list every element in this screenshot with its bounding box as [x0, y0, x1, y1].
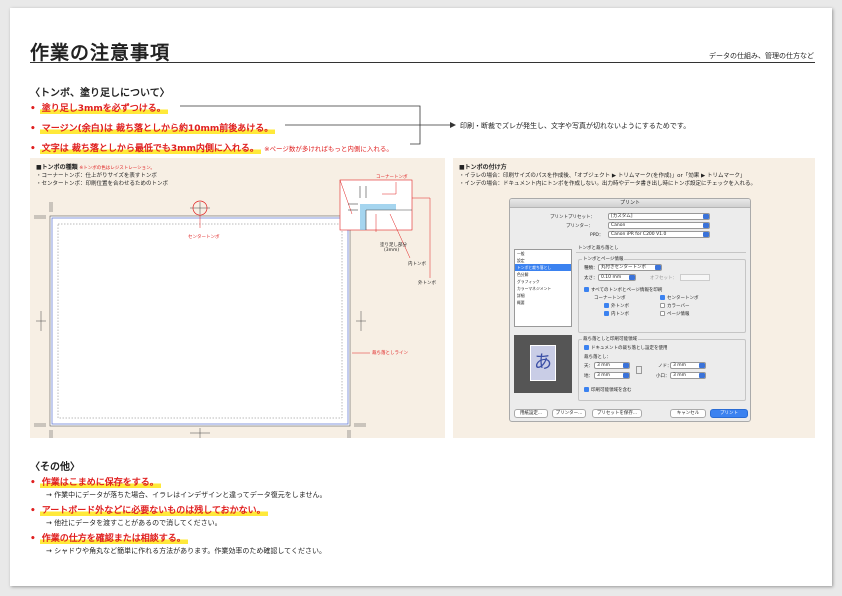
preview-glyph: あ: [530, 345, 556, 381]
marks-group-title: トンボとページ情報: [582, 256, 625, 262]
trim-howto-illustrator: ・イラレの場合：印刷サイズのパスを作成後、「オブジェクト ▶ トリムマーク(を作…: [459, 173, 746, 179]
bleed-bottom-input[interactable]: 3 mm: [594, 372, 630, 379]
section-heading-other: 〈その他〉: [30, 462, 80, 473]
label-trim-line: 裁ち落としライン: [372, 351, 408, 356]
bleed-label: 裁ち落とし：: [584, 355, 611, 360]
offset-label: オフセット：: [650, 276, 677, 281]
include-slug-label: 印刷可能領域を含む: [591, 388, 632, 393]
detail-confirm-method: → シャドウや角丸など簡単に作れる方法があります。作業効率のため確認してください…: [46, 547, 326, 555]
page-setup-button[interactable]: 用紙設定...: [514, 409, 548, 418]
page-info-label: ページ情報: [667, 312, 690, 317]
trim-howto-indesign: ・インデの場合：ドキュメント内にトンボを作成しない。出力時やデータ書き出し時にト…: [459, 181, 757, 187]
include-slug-checkbox[interactable]: [584, 387, 589, 392]
bracket-connector: [180, 105, 456, 145]
printer-button[interactable]: プリンター...: [552, 409, 586, 418]
bleed-outside-input[interactable]: 3 mm: [670, 372, 706, 379]
category-item[interactable]: 一般: [515, 250, 571, 257]
type-label: 種類：: [584, 266, 598, 271]
page-info-checkbox[interactable]: [660, 311, 665, 316]
category-item[interactable]: 概要: [515, 299, 571, 306]
section-title-marks-bleed: トンボと裁ち落とし: [578, 246, 619, 251]
color-bar-checkbox[interactable]: [660, 303, 665, 308]
bullet-confirm-method: • 作業の仕方を確認または相談する。: [30, 534, 188, 544]
category-item[interactable]: 設定: [515, 257, 571, 264]
use-doc-bleed-label: ドキュメントの裁ち落とし設定を使用: [591, 346, 668, 351]
trim-marks-panel: ■トンボの種類 ※トンボの色はレジストレーション。 ・コーナートンボ：仕上がりサ…: [30, 158, 445, 438]
center-marks-label: センタートンボ: [667, 296, 699, 301]
link-icon[interactable]: [636, 366, 642, 374]
category-item[interactable]: 色分解: [515, 271, 571, 278]
page-preview: あ: [514, 335, 572, 393]
category-item-active[interactable]: トンボと裁ち落とし: [515, 264, 571, 271]
bleed-outside-label: 小口：: [656, 374, 670, 379]
all-marks-checkbox[interactable]: [584, 287, 589, 292]
label-outer-marks: 外トンボ: [418, 281, 436, 286]
bracket-explanation: 印刷・断裁でズレが発生し、文字や写真が切れないようにするためです。: [460, 122, 691, 130]
preset-select[interactable]: [カスタム]: [608, 213, 710, 220]
detail-save-often: → 作業中にデータが落ちた場合、イラレはインデザインと違ってデータ復元をしません…: [46, 491, 327, 499]
print-dialog: プリント プリントプリセット： [カスタム] プリンター： Canon PPD：…: [509, 198, 751, 422]
ppd-select[interactable]: Canon iPR for C200 V1.0: [608, 231, 710, 238]
type-select[interactable]: 丸付きセンタートンボ: [598, 264, 662, 271]
inner-marks-checkbox[interactable]: [604, 311, 609, 316]
cancel-button[interactable]: キャンセル: [670, 409, 706, 418]
detail-clean-artboard: → 他社にデータを渡すことがあるので消してください。: [46, 519, 222, 527]
category-list[interactable]: 一般 設定 トンボと裁ち落とし 色分解 グラフィック カラーマネジメント 詳細 …: [514, 249, 572, 327]
trim-howto-panel: ■トンボの付け方 ・イラレの場合：印刷サイズのパスを作成後、「オブジェクト ▶ …: [453, 158, 815, 438]
center-marks-checkbox[interactable]: [660, 295, 665, 300]
outer-marks-label: 外トンボ: [611, 304, 629, 309]
label-center-marks: センタートンボ: [188, 235, 220, 240]
trim-marks-diagram: [34, 179, 431, 438]
category-item[interactable]: カラーマネジメント: [515, 285, 571, 292]
preset-label: プリントプリセット：: [550, 215, 595, 220]
corner-marks-label: コーナートンボ: [594, 296, 626, 301]
printer-label: プリンター：: [566, 224, 593, 229]
outer-marks-checkbox[interactable]: [604, 303, 609, 308]
printer-select[interactable]: Canon: [608, 222, 710, 229]
save-preset-button[interactable]: プリセットを保存...: [592, 409, 642, 418]
document-page: 作業の注意事項 データの仕組み、管理の仕方など 〈トンボ、塗り足しについて〉 •…: [10, 8, 832, 586]
bleed-group-title: 裁ち落としと印刷可能領域: [582, 336, 638, 342]
bleed-top-label: 天：: [584, 364, 593, 369]
ppd-label: PPD：: [590, 233, 604, 238]
bleed-top-input[interactable]: 3 mm: [594, 362, 630, 369]
bleed-bottom-label: 地：: [584, 374, 593, 379]
print-button[interactable]: プリント: [710, 409, 748, 418]
label-inner-marks: 内トンボ: [408, 262, 426, 267]
print-dialog-title: プリント: [510, 199, 750, 208]
bullet-clean-artboard: • アートボード外などに必要ないものは残しておかない。: [30, 506, 268, 516]
bullet-save-often: • 作業はこまめに保存をする。: [30, 478, 161, 488]
category-item[interactable]: 詳細: [515, 292, 571, 299]
trim-howto-title: ■トンボの付け方: [459, 164, 507, 171]
color-bar-label: カラーバー: [667, 304, 690, 309]
bullet-save-often-text: 作業はこまめに保存をする。: [39, 478, 161, 488]
section-divider: [576, 252, 746, 253]
thickness-label: 太さ：: [584, 276, 598, 281]
use-doc-bleed-checkbox[interactable]: [584, 345, 589, 350]
thickness-select[interactable]: 0.10 mm: [598, 274, 636, 281]
inner-marks-label: 内トンボ: [611, 312, 629, 317]
label-corner-marks: コーナートンボ: [376, 175, 408, 180]
trim-howto-heading: ■トンボの付け方: [459, 164, 507, 172]
bullet-confirm-method-text: 作業の仕方を確認または相談する。: [39, 534, 188, 544]
category-item[interactable]: グラフィック: [515, 278, 571, 285]
offset-input[interactable]: [680, 274, 710, 281]
label-bleed-size: (3mm): [384, 248, 400, 253]
all-marks-label: すべてのトンボとページ情報を印刷: [591, 288, 663, 293]
bullet-clean-artboard-text: アートボード外などに必要ないものは残しておかない。: [39, 506, 268, 516]
bleed-inside-input[interactable]: 3 mm: [670, 362, 706, 369]
